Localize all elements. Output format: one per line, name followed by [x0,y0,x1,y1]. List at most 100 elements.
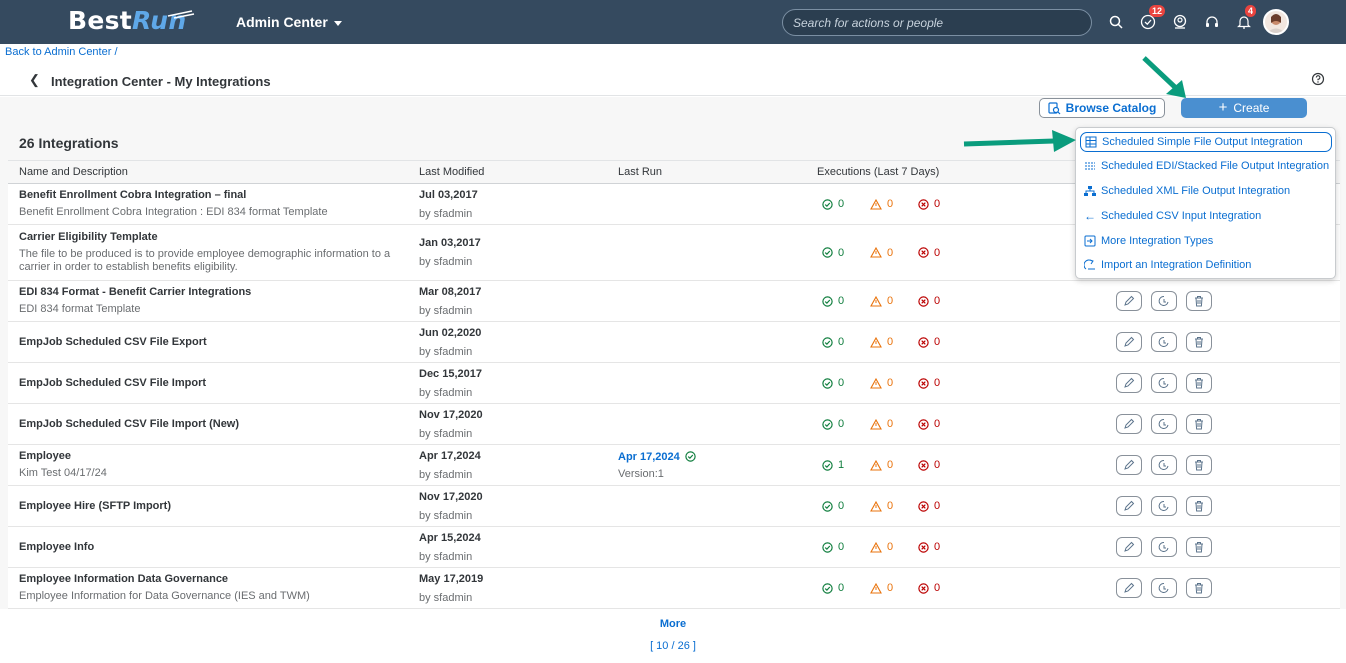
success-count[interactable]: 0 [822,582,870,594]
success-icon [822,459,833,471]
warning-count[interactable]: 0 [870,198,918,210]
table-row[interactable]: Employee Hire (SFTP Import) Nov 17,2020 by… [8,485,1340,527]
menu-item-csv-input[interactable]: ← Scheduled CSV Input Integration [1084,206,1261,226]
bell-icon[interactable]: 4 [1228,5,1260,34]
warning-count[interactable]: 0 [870,459,918,471]
headset-icon[interactable] [1196,10,1228,34]
success-count[interactable]: 0 [822,541,870,553]
warning-count[interactable]: 0 [870,418,918,430]
run-history-button[interactable] [1151,414,1177,434]
table-row[interactable]: Employee Info Apr 15,2024 by sfadmin 0 0 0 [8,526,1340,568]
warning-count[interactable]: 0 [870,582,918,594]
table-row[interactable]: Employee Information Data Governance Empl… [8,567,1340,609]
delete-button[interactable] [1186,373,1212,393]
run-history-button[interactable] [1151,373,1177,393]
create-button[interactable]: + Create [1181,98,1307,118]
success-count[interactable]: 0 [822,247,870,259]
search-input[interactable]: Search for actions or people [782,9,1092,36]
warning-count[interactable]: 0 [870,500,918,512]
integration-name[interactable]: Employee Information Data Governance [19,573,408,585]
delete-button[interactable] [1186,537,1212,557]
column-header-last-run[interactable]: Last Run [607,160,806,184]
menu-item-edi-stacked-output[interactable]: Scheduled EDI/Stacked File Output Integr… [1084,156,1329,176]
success-count[interactable]: 0 [822,500,870,512]
todo-icon[interactable]: 12 [1132,5,1166,34]
integration-name[interactable]: EmpJob Scheduled CSV File Import (New) [19,418,408,430]
integration-name[interactable]: Carrier Eligibility Template [19,231,408,243]
delete-button[interactable] [1186,414,1212,434]
user-avatar[interactable] [1260,9,1292,35]
error-count[interactable]: 0 [918,541,966,553]
back-chevron-icon[interactable]: ❮ [29,72,40,88]
run-history-button[interactable] [1151,578,1177,598]
error-count[interactable]: 0 [918,247,966,259]
table-row[interactable]: EmpJob Scheduled CSV File Import (New) No… [8,403,1340,445]
integration-name[interactable]: EDI 834 Format - Benefit Carrier Integra… [19,286,408,298]
table-row[interactable]: EmpJob Scheduled CSV File Import Dec 15,2… [8,362,1340,404]
column-header-last-modified[interactable]: Last Modified [408,160,607,184]
menu-item-simple-file-output[interactable]: Scheduled Simple File Output Integration [1080,132,1332,152]
people-icon[interactable] [1164,10,1196,34]
delete-button[interactable] [1186,578,1212,598]
bestrun-logo[interactable]: BestRun [68,6,195,35]
warning-count[interactable]: 0 [870,247,918,259]
warning-count[interactable]: 0 [870,541,918,553]
module-selector[interactable]: Admin Center [236,14,342,30]
delete-button[interactable] [1186,291,1212,311]
success-count[interactable]: 0 [822,377,870,389]
delete-button[interactable] [1186,496,1212,516]
error-count[interactable]: 0 [918,418,966,430]
edit-button[interactable] [1116,332,1142,352]
menu-item-xml-output[interactable]: Scheduled XML File Output Integration [1084,181,1290,201]
column-header-executions[interactable]: Executions (Last 7 Days) [806,160,1076,184]
edit-button[interactable] [1116,291,1142,311]
error-count[interactable]: 0 [918,295,966,307]
more-link[interactable]: More [0,618,1346,630]
edit-button[interactable] [1116,496,1142,516]
integration-name[interactable]: Employee [19,450,408,462]
integration-name[interactable]: EmpJob Scheduled CSV File Export [19,336,408,348]
menu-item-more-types[interactable]: More Integration Types [1084,231,1213,251]
table-row[interactable]: EmpJob Scheduled CSV File Export Jun 02,2… [8,321,1340,363]
help-icon[interactable] [1311,72,1325,91]
delete-button[interactable] [1186,332,1212,352]
run-history-button[interactable] [1151,496,1177,516]
success-count[interactable]: 0 [822,295,870,307]
browse-catalog-button[interactable]: Browse Catalog [1039,98,1165,118]
integration-name[interactable]: Employee Hire (SFTP Import) [19,500,408,512]
todo-badge: 12 [1149,5,1166,17]
integration-name[interactable]: EmpJob Scheduled CSV File Import [19,377,408,389]
last-run-link[interactable]: Apr 17,2024 [618,451,806,463]
table-row[interactable]: EDI 834 Format - Benefit Carrier Integra… [8,280,1340,322]
error-count[interactable]: 0 [918,377,966,389]
run-history-button[interactable] [1151,537,1177,557]
error-count[interactable]: 0 [918,198,966,210]
run-history-button[interactable] [1151,455,1177,475]
integration-name[interactable]: Employee Info [19,541,408,553]
edit-button[interactable] [1116,578,1142,598]
table-row[interactable]: Employee Kim Test 04/17/24 Apr 17,2024 by s… [8,444,1340,486]
menu-item-import-definition[interactable]: Import an Integration Definition [1084,255,1251,275]
integration-name[interactable]: Benefit Enrollment Cobra Integration – f… [19,189,408,201]
warning-count[interactable]: 0 [870,295,918,307]
breadcrumb[interactable]: Back to Admin Center / [5,46,118,58]
delete-button[interactable] [1186,455,1212,475]
column-header-name[interactable]: Name and Description [8,160,408,184]
success-count[interactable]: 0 [822,336,870,348]
success-count[interactable]: 1 [822,459,870,471]
edit-button[interactable] [1116,537,1142,557]
search-icon[interactable] [1100,10,1132,34]
edit-button[interactable] [1116,455,1142,475]
error-count[interactable]: 0 [918,582,966,594]
error-count[interactable]: 0 [918,336,966,348]
warning-count[interactable]: 0 [870,336,918,348]
error-count[interactable]: 0 [918,500,966,512]
edit-button[interactable] [1116,414,1142,434]
edit-button[interactable] [1116,373,1142,393]
error-count[interactable]: 0 [918,459,966,471]
run-history-button[interactable] [1151,291,1177,311]
success-count[interactable]: 0 [822,418,870,430]
warning-count[interactable]: 0 [870,377,918,389]
run-history-button[interactable] [1151,332,1177,352]
success-count[interactable]: 0 [822,198,870,210]
